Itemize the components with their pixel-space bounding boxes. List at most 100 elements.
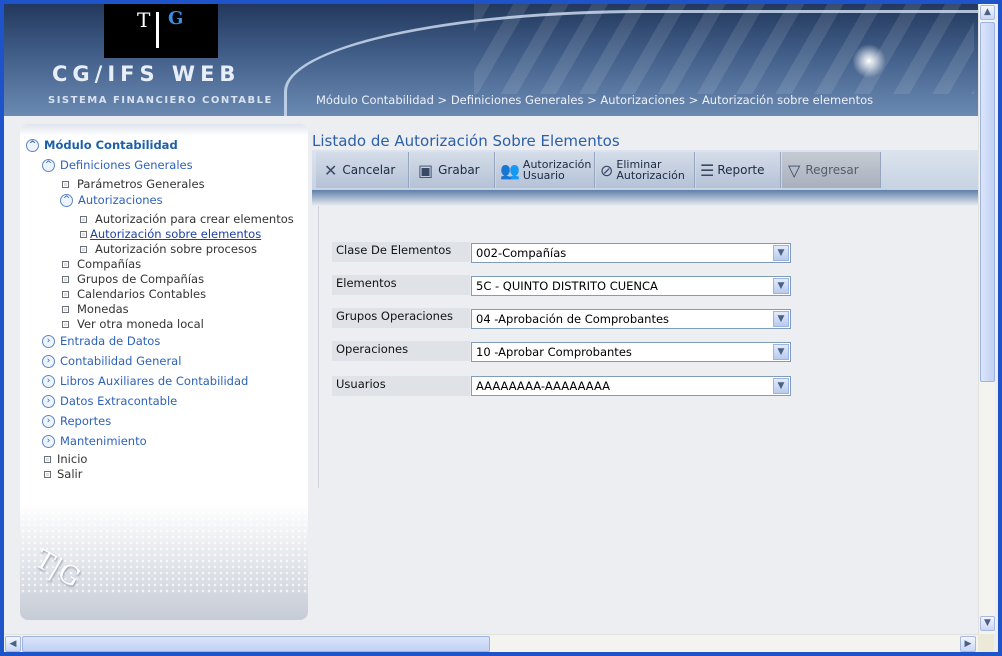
scroll-left-button[interactable]: ◀ bbox=[5, 636, 21, 652]
browser-window-frame: T G CG/IFS WEB SISTEMA FINANCIERO CONTAB… bbox=[0, 0, 1002, 656]
usuarios-select[interactable]: AAAAAAAA-AAAAAAAA ▼ bbox=[471, 376, 791, 396]
app-title: CG/IFS WEB bbox=[52, 62, 241, 86]
sidebar-nav: T|G ^ Módulo Contabilidad ^ Definiciones G… bbox=[20, 124, 308, 620]
nav-item-label: Salir bbox=[57, 467, 83, 481]
elementos-select[interactable]: 5C - QUINTO DISTRITO CUENCA ▼ bbox=[471, 276, 791, 296]
scroll-up-button[interactable]: ▲ bbox=[980, 5, 995, 20]
expand-icon[interactable]: › bbox=[42, 335, 55, 348]
nav-item-moneda-local[interactable]: Ver otra moneda local bbox=[62, 317, 204, 331]
collapse-icon[interactable]: ^ bbox=[42, 159, 55, 172]
nav-item-companias[interactable]: Compañías bbox=[62, 257, 141, 271]
nav-item-label: Compañías bbox=[77, 257, 142, 271]
nav-item-label: Autorización sobre procesos bbox=[95, 242, 257, 256]
chevron-down-icon[interactable]: ▼ bbox=[773, 378, 789, 394]
chevron-down-icon[interactable]: ▼ bbox=[773, 278, 789, 294]
collapse-icon[interactable]: ^ bbox=[60, 194, 73, 207]
page-content: T G CG/IFS WEB SISTEMA FINANCIERO CONTAB… bbox=[4, 4, 998, 652]
nav-item-autorizaciones[interactable]: ^ Autorizaciones bbox=[60, 193, 163, 207]
grupos-operaciones-select[interactable]: 04 -Aprobación de Comprobantes ▼ bbox=[471, 309, 791, 329]
chevron-down-icon[interactable]: ▼ bbox=[773, 344, 789, 360]
nav-item-label: Módulo Contabilidad bbox=[44, 138, 178, 152]
page-title: Listado de Autorización Sobre Elementos bbox=[312, 132, 620, 150]
clase-elementos-label: Clase De Elementos bbox=[332, 242, 470, 262]
nav-item-label: Reportes bbox=[60, 414, 112, 428]
horizontal-scroll-thumb[interactable] bbox=[22, 636, 490, 652]
clase-elementos-value: 002-Compañías bbox=[476, 246, 567, 260]
app-subtitle: SISTEMA FINANCIERO CONTABLE bbox=[48, 95, 273, 106]
expand-icon[interactable]: › bbox=[42, 395, 55, 408]
chevron-down-icon[interactable]: ▼ bbox=[773, 311, 789, 327]
cancel-label: Cancelar bbox=[342, 163, 396, 177]
delete-authorization-label-line2: Autorización bbox=[616, 169, 685, 182]
expand-icon[interactable]: › bbox=[42, 375, 55, 388]
back-button[interactable]: ▽ Regresar bbox=[782, 152, 881, 188]
expand-icon[interactable]: › bbox=[42, 435, 55, 448]
vertical-scroll-thumb[interactable] bbox=[980, 22, 995, 382]
scroll-down-button[interactable]: ▼ bbox=[980, 616, 995, 631]
nav-item-label: Contabilidad General bbox=[60, 354, 182, 368]
bullet-icon bbox=[80, 216, 87, 223]
nav-item-salir[interactable]: Salir bbox=[44, 467, 82, 481]
logo-divider bbox=[156, 12, 159, 48]
nav-item-label: Mantenimiento bbox=[60, 434, 147, 448]
nav-item-mantenimiento[interactable]: › Mantenimiento bbox=[42, 434, 147, 448]
collapse-icon[interactable]: ^ bbox=[26, 139, 39, 152]
nav-item-auth-sobre-elementos[interactable]: Autorización sobre elementos bbox=[80, 227, 261, 241]
chevron-down-icon[interactable]: ▼ bbox=[773, 245, 789, 261]
delete-authorization-label: Eliminar Autorización bbox=[616, 159, 684, 181]
cancel-button[interactable]: ✕ Cancelar bbox=[316, 152, 409, 188]
nav-item-definiciones-generales[interactable]: ^ Definiciones Generales bbox=[42, 158, 193, 172]
nav-item-label: Libros Auxiliares de Contabilidad bbox=[60, 374, 249, 388]
operaciones-label: Operaciones bbox=[332, 341, 470, 361]
nav-item-datos-extracontable[interactable]: › Datos Extracontable bbox=[42, 394, 177, 408]
company-logo: T G bbox=[104, 4, 218, 58]
nav-item-label: Calendarios Contables bbox=[77, 287, 207, 301]
nav-item-label: Autorización sobre elementos bbox=[90, 227, 262, 241]
back-icon: ▽ bbox=[788, 160, 801, 180]
nav-item-calendarios-contables[interactable]: Calendarios Contables bbox=[62, 287, 206, 301]
elementos-value: 5C - QUINTO DISTRITO CUENCA bbox=[476, 279, 658, 293]
nav-item-entrada-datos[interactable]: › Entrada de Datos bbox=[42, 334, 160, 348]
bullet-icon bbox=[62, 291, 69, 298]
grupos-operaciones-label: Grupos Operaciones bbox=[332, 308, 470, 328]
bullet-icon bbox=[62, 321, 69, 328]
user-authorization-button[interactable]: 👥 Autorización Usuario bbox=[496, 152, 595, 188]
nav-item-label: Autorización para crear elementos bbox=[95, 212, 294, 226]
expand-icon[interactable]: › bbox=[42, 355, 55, 368]
nav-item-auth-sobre-procesos[interactable]: Autorización sobre procesos bbox=[80, 242, 257, 256]
clase-elementos-select[interactable]: 002-Compañías ▼ bbox=[471, 243, 791, 263]
bullet-icon bbox=[44, 456, 51, 463]
logo-letter-g: G bbox=[168, 8, 184, 29]
nav-item-label: Ver otra moneda local bbox=[77, 317, 204, 331]
grupos-operaciones-value: 04 -Aprobación de Comprobantes bbox=[476, 312, 670, 326]
save-label: Grabar bbox=[438, 163, 480, 177]
nav-item-contabilidad-general[interactable]: › Contabilidad General bbox=[42, 354, 181, 368]
vertical-scrollbar[interactable]: ▲ ▼ bbox=[978, 4, 995, 634]
horizontal-scrollbar[interactable]: ◀ ▶ bbox=[4, 634, 978, 652]
bullet-icon bbox=[80, 246, 87, 253]
elementos-label: Elementos bbox=[332, 275, 470, 295]
report-icon: ☰ bbox=[700, 160, 715, 180]
nav-item-reportes[interactable]: › Reportes bbox=[42, 414, 111, 428]
expand-icon[interactable]: › bbox=[42, 415, 55, 428]
operaciones-select[interactable]: 10 -Aprobar Comprobantes ▼ bbox=[471, 342, 791, 362]
user-authorization-label: Autorización Usuario bbox=[523, 159, 591, 181]
users-icon: 👥 bbox=[500, 160, 520, 180]
app-header: T G CG/IFS WEB SISTEMA FINANCIERO CONTAB… bbox=[4, 4, 978, 116]
nav-item-monedas[interactable]: Monedas bbox=[62, 302, 129, 316]
save-button[interactable]: ▣ Grabar bbox=[410, 152, 495, 188]
bullet-icon bbox=[80, 231, 87, 238]
scroll-right-button[interactable]: ▶ bbox=[960, 636, 976, 652]
nav-item-grupos-companias[interactable]: Grupos de Compañías bbox=[62, 272, 204, 286]
user-authorization-label-line2: Usuario bbox=[522, 169, 565, 182]
sidebar-top-edge bbox=[20, 124, 308, 136]
nav-item-modulo-contabilidad[interactable]: ^ Módulo Contabilidad bbox=[26, 138, 178, 152]
report-button[interactable]: ☰ Reporte bbox=[696, 152, 781, 188]
nav-item-parametros-generales[interactable]: Parámetros Generales bbox=[62, 177, 205, 191]
bullet-icon bbox=[62, 181, 69, 188]
nav-item-auth-crear-elementos[interactable]: Autorización para crear elementos bbox=[80, 212, 294, 226]
nav-item-inicio[interactable]: Inicio bbox=[44, 452, 87, 466]
nav-item-libros-auxiliares[interactable]: › Libros Auxiliares de Contabilidad bbox=[42, 374, 248, 388]
breadcrumb: Módulo Contabilidad > Definiciones Gener… bbox=[316, 93, 874, 107]
delete-authorization-button[interactable]: ⊘ Eliminar Autorización bbox=[596, 152, 695, 188]
